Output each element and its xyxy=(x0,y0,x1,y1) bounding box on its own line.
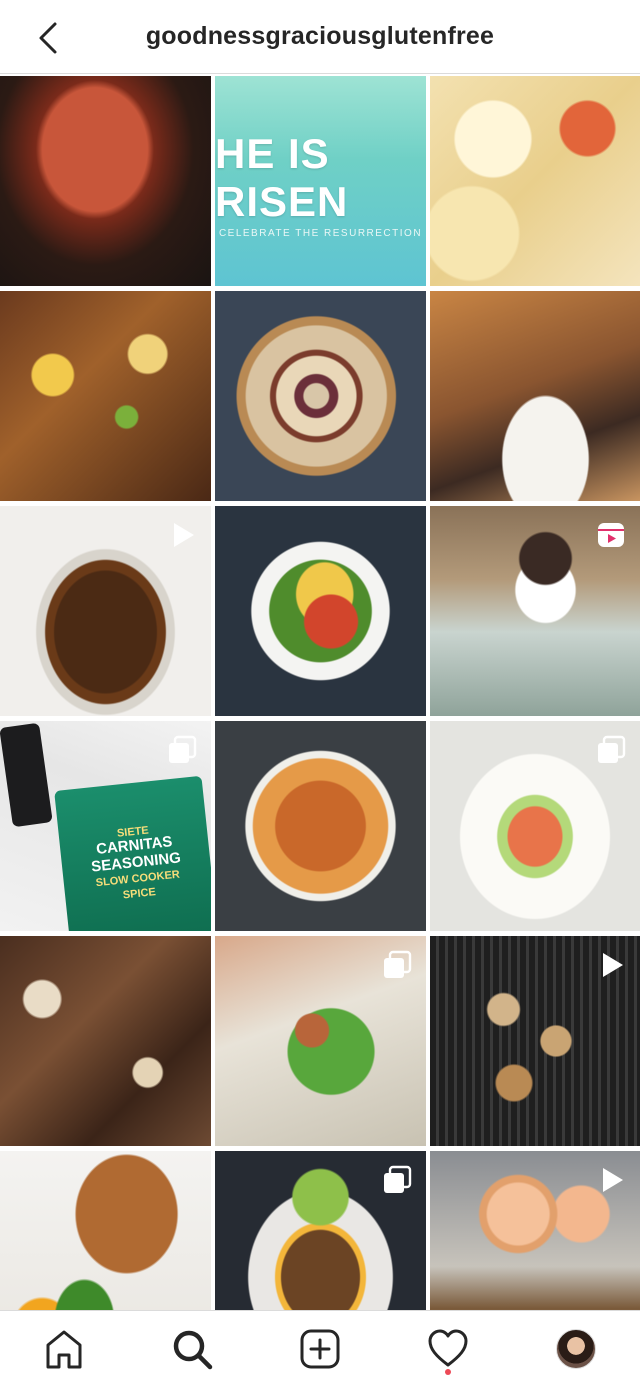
seasoning-pouch: SIETE CARNITAS SEASONING SLOW COOKER SPI… xyxy=(54,775,211,931)
post-grid: HE IS RISEN CELEBRATE THE RESURRECTION S… xyxy=(0,76,640,1310)
post-tile[interactable] xyxy=(0,291,211,501)
tab-profile[interactable] xyxy=(544,1317,608,1381)
post-tile[interactable] xyxy=(430,506,640,716)
post-tile[interactable] xyxy=(0,1151,211,1310)
post-tile[interactable] xyxy=(215,936,426,1146)
avatar xyxy=(556,1328,596,1369)
video-icon xyxy=(603,1168,623,1192)
plus-square-icon xyxy=(300,1329,340,1368)
post-tile[interactable] xyxy=(0,76,211,286)
post-tile[interactable] xyxy=(0,506,211,716)
video-icon xyxy=(603,953,623,977)
post-tile[interactable]: SIETE CARNITAS SEASONING SLOW COOKER SPI… xyxy=(0,721,211,931)
bottom-tab-bar xyxy=(0,1310,640,1386)
post-tile[interactable] xyxy=(215,721,426,931)
post-tile[interactable] xyxy=(215,1151,426,1310)
tab-home[interactable] xyxy=(32,1317,96,1381)
carousel-icon xyxy=(384,950,412,978)
back-button[interactable] xyxy=(30,18,66,58)
post-tile[interactable] xyxy=(215,291,426,501)
notification-dot xyxy=(445,1368,451,1375)
post-tile[interactable] xyxy=(430,936,640,1146)
post-subline: CELEBRATE THE RESURRECTION xyxy=(218,227,423,239)
post-tile[interactable] xyxy=(430,721,640,931)
video-icon xyxy=(174,523,194,547)
post-tile[interactable]: HE IS RISEN CELEBRATE THE RESURRECTION xyxy=(215,76,426,286)
search-icon xyxy=(173,1330,213,1369)
top-bar: goodnessgraciousglutenfree xyxy=(0,0,640,74)
reels-icon xyxy=(598,523,624,547)
home-icon xyxy=(46,1330,82,1368)
post-tile[interactable] xyxy=(430,1151,640,1310)
phone-image xyxy=(0,722,53,828)
post-tile[interactable] xyxy=(430,291,640,501)
tab-activity[interactable] xyxy=(416,1317,480,1381)
tab-search[interactable] xyxy=(160,1317,224,1381)
tab-create[interactable] xyxy=(288,1317,352,1381)
post-tile[interactable] xyxy=(215,506,426,716)
profile-username: goodnessgraciousglutenfree xyxy=(145,22,495,50)
carousel-icon xyxy=(169,735,197,763)
post-headline: HE IS RISEN xyxy=(215,129,349,225)
post-tile[interactable] xyxy=(0,936,211,1146)
post-tile[interactable] xyxy=(430,76,640,286)
heart-icon xyxy=(428,1329,468,1366)
chevron-left-icon xyxy=(39,22,57,54)
carousel-icon xyxy=(384,1165,412,1193)
carousel-icon xyxy=(598,735,626,763)
